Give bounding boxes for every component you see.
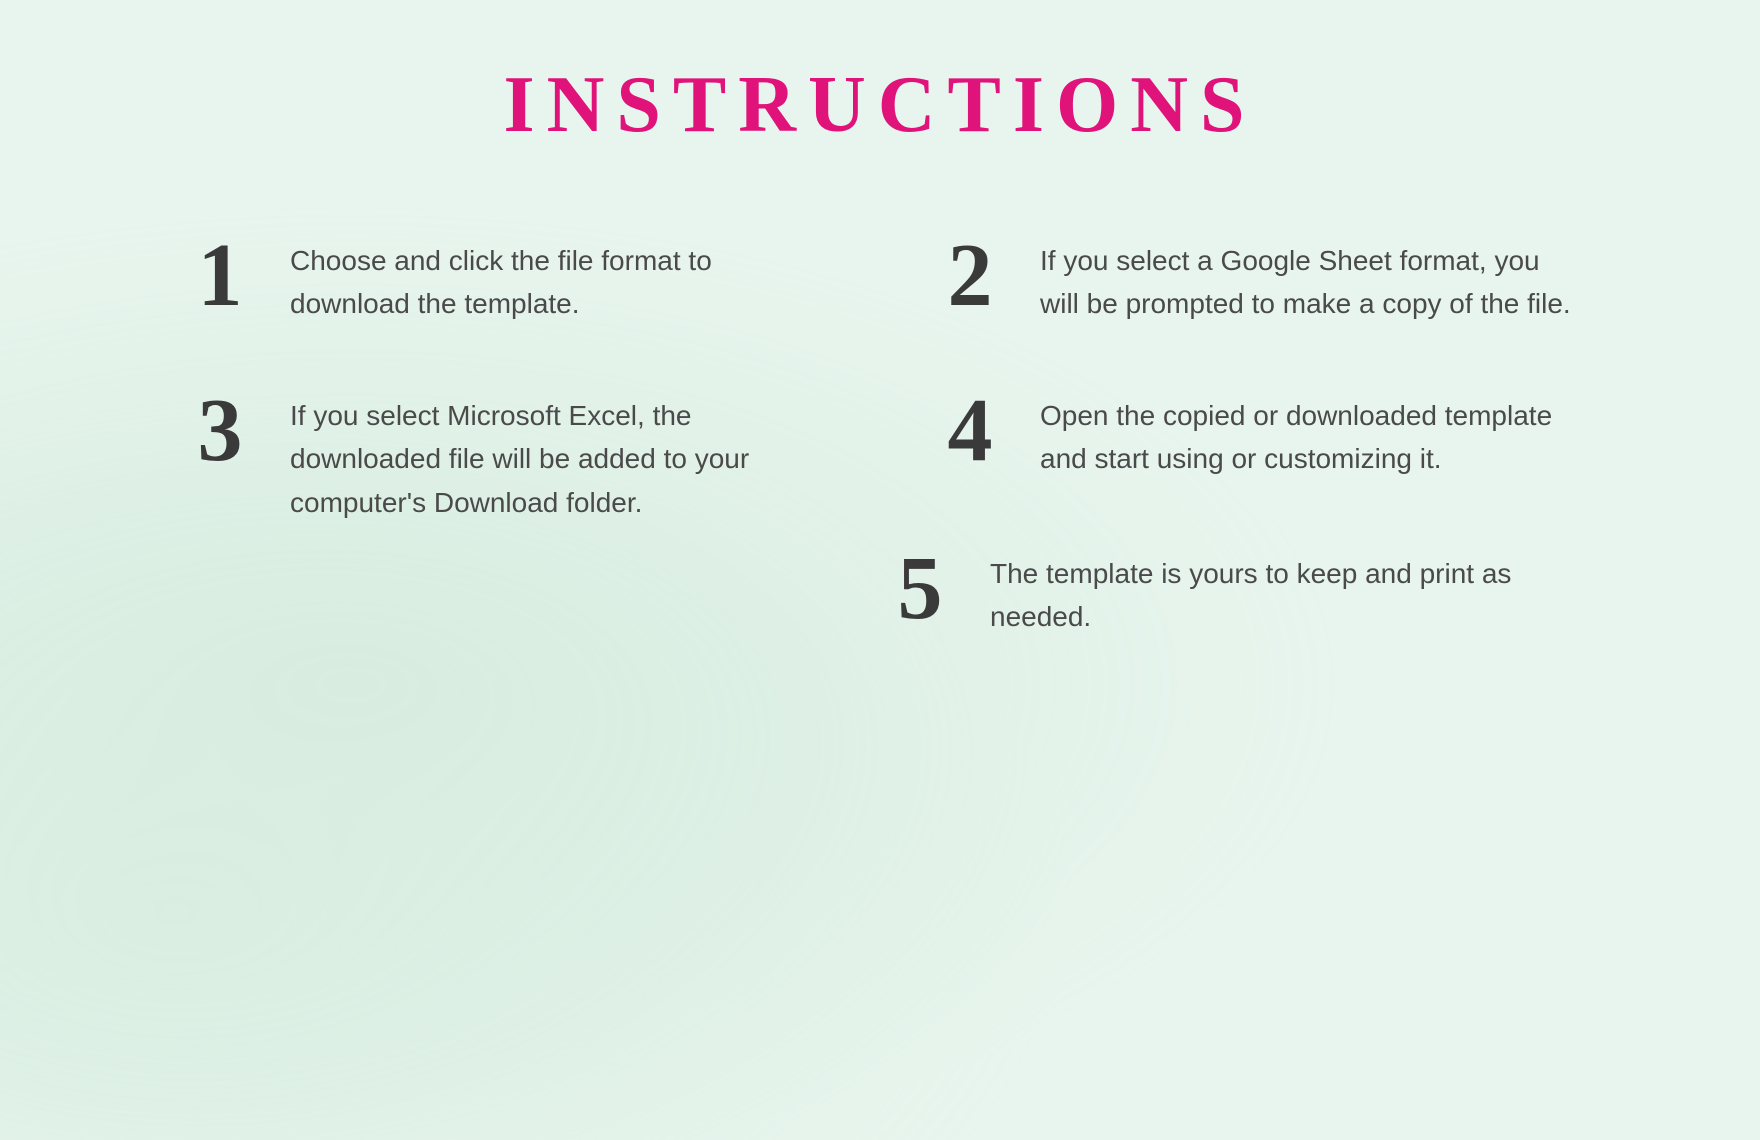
step-4-text: Open the copied or downloaded template a… <box>1040 386 1580 481</box>
step-5-row: 5 The template is yours to keep and prin… <box>180 544 1580 639</box>
step-3-number: 3 <box>180 386 260 476</box>
step-5-text: The template is yours to keep and print … <box>990 544 1580 639</box>
step-2: 2 If you select a Google Sheet format, y… <box>930 231 1580 326</box>
step-2-number: 2 <box>930 231 1010 321</box>
step-2-text: If you select a Google Sheet format, you… <box>1040 231 1580 326</box>
step-5: 5 The template is yours to keep and prin… <box>880 544 1580 639</box>
step-5-number: 5 <box>880 544 960 634</box>
step-4: 4 Open the copied or downloaded template… <box>930 386 1580 524</box>
step-1: 1 Choose and click the file format to do… <box>180 231 830 326</box>
step-4-number: 4 <box>930 386 1010 476</box>
page-container: INSTRUCTIONS 1 Choose and click the file… <box>0 0 1760 1140</box>
step-1-text: Choose and click the file format to down… <box>290 231 830 326</box>
step-1-number: 1 <box>180 231 260 321</box>
step-3-text: If you select Microsoft Excel, the downl… <box>290 386 830 524</box>
step-3: 3 If you select Microsoft Excel, the dow… <box>180 386 830 524</box>
steps-grid: 1 Choose and click the file format to do… <box>180 231 1580 524</box>
page-title: INSTRUCTIONS <box>503 60 1256 151</box>
